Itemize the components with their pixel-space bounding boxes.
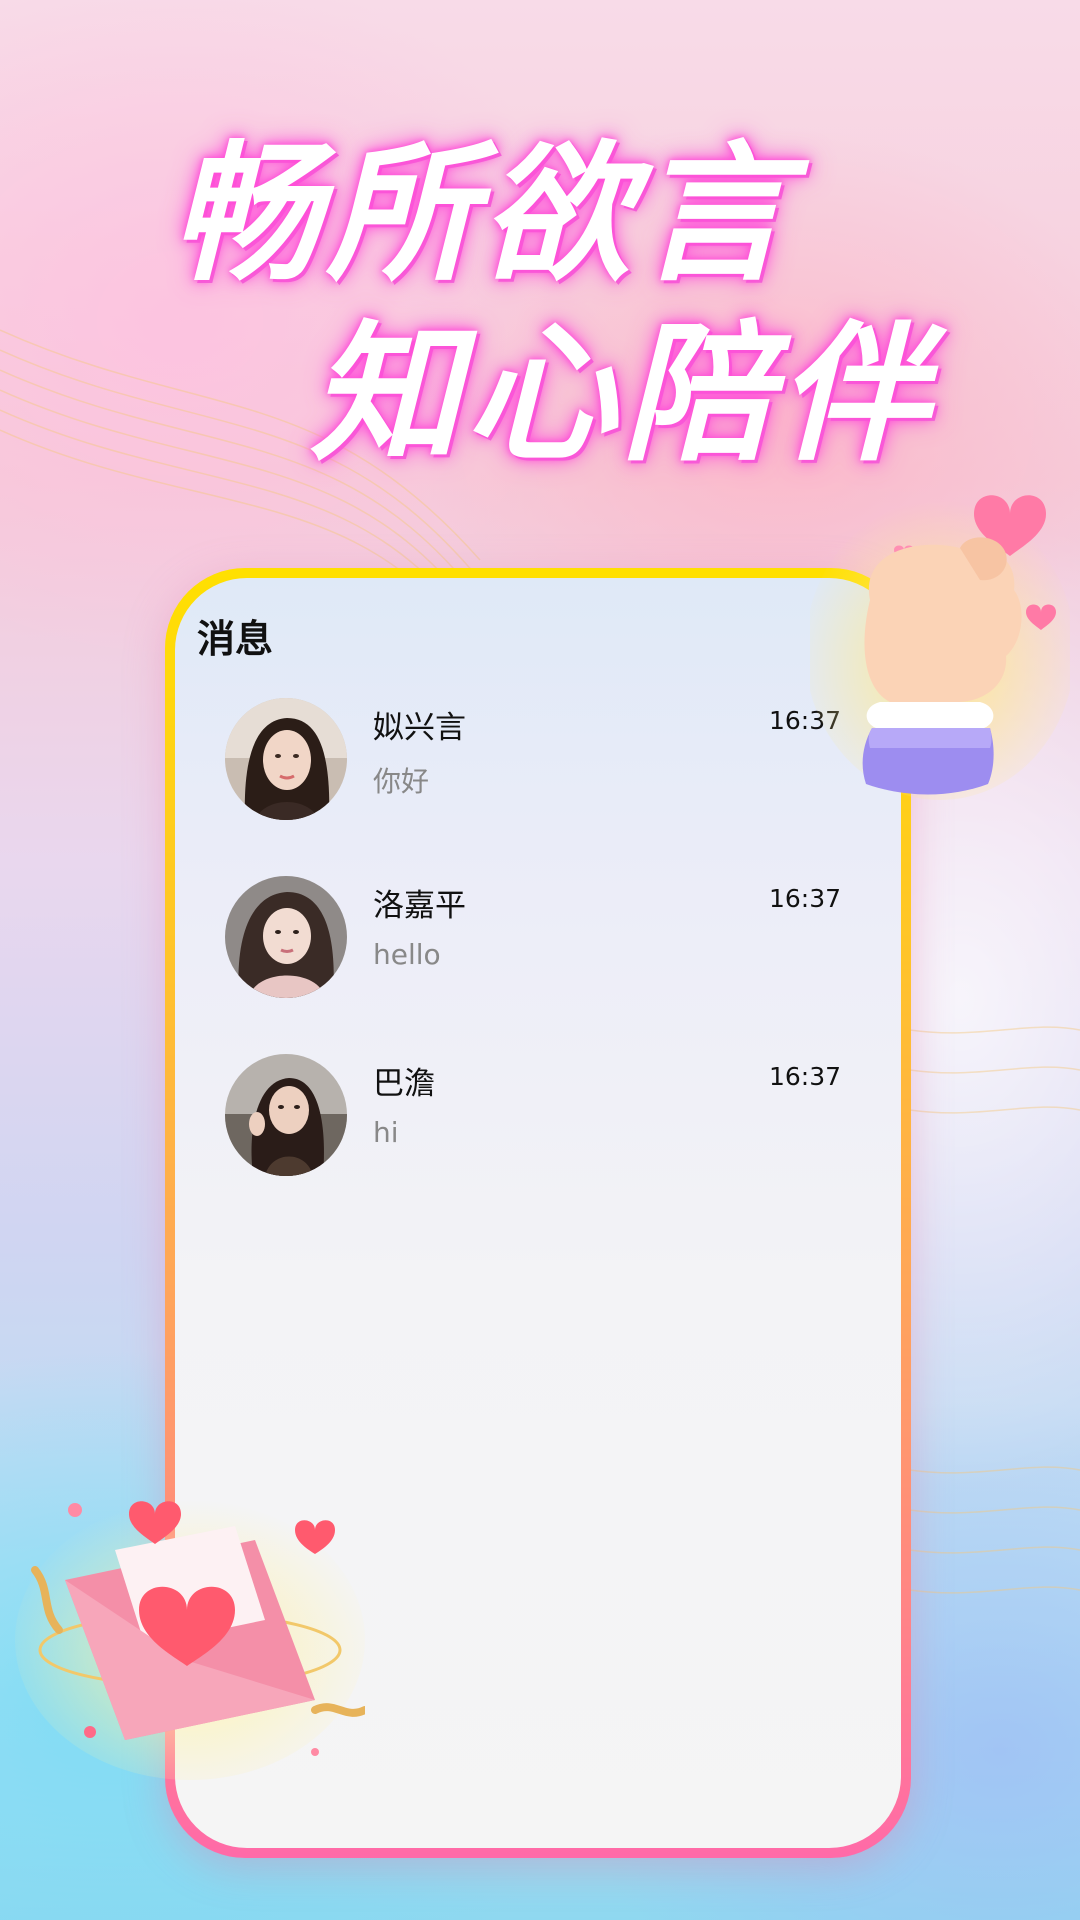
love-letter-envelope-icon <box>15 1470 369 1780</box>
page-title: 消息 <box>197 617 274 661</box>
message-row[interactable]: 洛嘉平 hello 16:37 <box>175 876 901 1054</box>
message-preview: hello <box>373 938 441 971</box>
headline-line-1: 畅所欲言 <box>170 128 795 302</box>
promo-headline: 畅所欲言 知心陪伴 <box>0 0 1080 520</box>
avatar[interactable] <box>225 698 347 820</box>
avatar[interactable] <box>225 1054 347 1176</box>
avatar[interactable] <box>225 876 347 998</box>
message-preview: hi <box>373 1116 399 1149</box>
contact-name: 巴澹 <box>373 1066 435 1102</box>
contact-name: 姒兴言 <box>373 710 466 746</box>
heart-hand-icon <box>805 450 1075 810</box>
contact-name: 洛嘉平 <box>373 888 466 924</box>
message-time: 16:37 <box>768 884 841 913</box>
headline-line-2: 知心陪伴 <box>310 308 935 482</box>
message-preview: 你好 <box>373 765 430 798</box>
message-list: 姒兴言 你好 16:37 洛嘉平 hello 16:37 巴澹 hi 16:37 <box>175 698 901 1232</box>
message-row[interactable]: 姒兴言 你好 16:37 <box>175 698 901 876</box>
message-row[interactable]: 巴澹 hi 16:37 <box>175 1054 901 1232</box>
message-time: 16:37 <box>768 1062 841 1091</box>
